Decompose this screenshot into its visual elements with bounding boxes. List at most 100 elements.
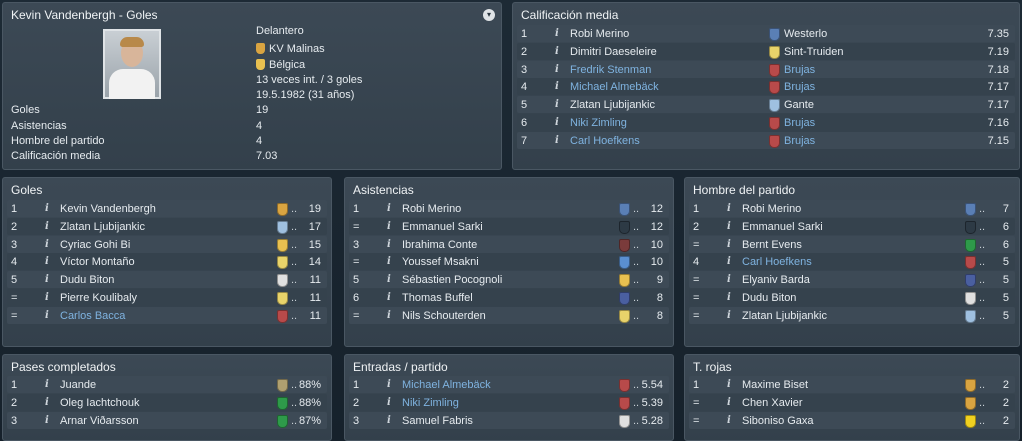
info-icon[interactable]: i (555, 135, 559, 146)
player-name[interactable]: Zlatan Ljubijankic (742, 310, 827, 322)
info-icon[interactable]: i (555, 46, 559, 57)
table-row[interactable]: = i Bernt Evens.. 6 (689, 235, 1015, 253)
player-name[interactable]: Fredrik Stenman (570, 64, 651, 76)
table-row[interactable]: = i Siboniso Gaxa.. 2 (689, 411, 1015, 429)
table-row[interactable]: 1 i Kevin Vandenbergh.. 19 (7, 200, 327, 217)
player-name[interactable]: Ibrahima Conte (402, 239, 477, 251)
club-name[interactable]: Brujas (784, 81, 815, 93)
info-icon[interactable]: i (727, 415, 731, 426)
info-icon[interactable]: i (387, 203, 391, 214)
table-row[interactable]: 3 i Cyriac Gohi Bi.. 15 (7, 235, 327, 253)
table-row[interactable]: 5 i Sébastien Pocognoli.. 9 (349, 271, 669, 289)
table-row[interactable]: 3 i Fredrik Stenman Brujas 7.18 (517, 60, 1015, 78)
info-icon[interactable]: i (45, 379, 49, 390)
table-row[interactable]: 3 i Ibrahima Conte.. 10 (349, 235, 669, 253)
table-row[interactable]: 3 i Arnar Viðarsson.. 87% (7, 411, 327, 429)
player-name[interactable]: Kevin Vandenbergh (60, 203, 156, 215)
info-icon[interactable]: i (45, 397, 49, 408)
player-nation[interactable]: Bélgica (269, 59, 305, 71)
table-row[interactable]: 1 i Michael Almebäck.. 5.54 (349, 376, 669, 393)
table-row[interactable]: 1 i Maxime Biset.. 2 (689, 376, 1015, 393)
info-icon[interactable]: i (45, 239, 49, 250)
club-name[interactable]: Brujas (784, 64, 815, 76)
info-icon[interactable]: i (727, 292, 731, 303)
table-row[interactable]: 1 i Robi Merino.. 12 (349, 200, 669, 217)
info-icon[interactable]: i (387, 397, 391, 408)
player-name[interactable]: Arnar Viðarsson (60, 415, 139, 427)
table-row[interactable]: 3 i Samuel Fabris.. 5.28 (349, 411, 669, 429)
info-icon[interactable]: i (727, 221, 731, 232)
player-name[interactable]: Michael Almebäck (570, 81, 659, 93)
club-name[interactable]: Sint-Truiden (784, 46, 844, 58)
table-row[interactable]: = i Nils Schouterden.. 8 (349, 306, 669, 324)
table-row[interactable]: 4 i Michael Almebäck Brujas 7.17 (517, 78, 1015, 96)
player-name[interactable]: Niki Zimling (570, 117, 627, 129)
player-name[interactable]: Cyriac Gohi Bi (60, 239, 130, 251)
info-icon[interactable]: i (555, 64, 559, 75)
info-icon[interactable]: i (45, 256, 49, 267)
player-name[interactable]: Samuel Fabris (402, 415, 473, 427)
info-icon[interactable]: i (45, 221, 49, 232)
info-icon[interactable]: i (45, 203, 49, 214)
table-row[interactable]: 2 i Dimitri Daeseleire Sint-Truiden 7.19 (517, 42, 1015, 60)
player-name[interactable]: Víctor Montaño (60, 256, 135, 268)
info-icon[interactable]: i (45, 274, 49, 285)
table-row[interactable]: 6 i Thomas Buffel.. 8 (349, 289, 669, 306)
table-row[interactable]: = i Elyaniv Barda.. 5 (689, 271, 1015, 289)
table-row[interactable]: 5 i Dudu Biton.. 11 (7, 271, 327, 289)
club-name[interactable]: Gante (784, 99, 814, 111)
table-row[interactable]: 6 i Niki Zimling Brujas 7.16 (517, 114, 1015, 131)
table-row[interactable]: = i Emmanuel Sarki.. 12 (349, 217, 669, 235)
player-club[interactable]: KV Malinas (269, 43, 325, 55)
info-icon[interactable]: i (387, 221, 391, 232)
player-name[interactable]: Robi Merino (402, 203, 461, 215)
info-icon[interactable]: i (555, 117, 559, 128)
table-row[interactable]: = i Zlatan Ljubijankic.. 5 (689, 306, 1015, 324)
player-name[interactable]: Niki Zimling (402, 397, 459, 409)
player-name[interactable]: Emmanuel Sarki (402, 221, 483, 233)
player-name[interactable]: Thomas Buffel (402, 292, 473, 304)
player-name[interactable]: Dimitri Daeseleire (570, 46, 657, 58)
player-name[interactable]: Bernt Evens (742, 239, 802, 251)
table-row[interactable]: 4 i Carl Hoefkens.. 5 (689, 253, 1015, 271)
table-row[interactable]: 2 i Emmanuel Sarki.. 6 (689, 217, 1015, 235)
table-row[interactable]: 1 i Juande.. 88% (7, 376, 327, 393)
player-name[interactable]: Carl Hoefkens (742, 256, 812, 268)
info-icon[interactable]: i (727, 274, 731, 285)
player-name[interactable]: Dudu Biton (742, 292, 796, 304)
player-name[interactable]: Robi Merino (742, 203, 801, 215)
info-icon[interactable]: i (387, 292, 391, 303)
table-row[interactable]: 1 i Robi Merino Westerlo 7.35 (517, 25, 1015, 42)
table-row[interactable]: = i Youssef Msakni.. 10 (349, 253, 669, 271)
table-row[interactable]: 5 i Zlatan Ljubijankic Gante 7.17 (517, 96, 1015, 114)
player-name[interactable]: Elyaniv Barda (742, 274, 810, 286)
info-icon[interactable]: i (45, 292, 49, 303)
player-name[interactable]: Sébastien Pocognoli (402, 274, 502, 286)
table-row[interactable]: = i Carlos Bacca.. 11 (7, 306, 327, 324)
player-name[interactable]: Oleg Iachtchouk (60, 397, 140, 409)
player-name[interactable]: Nils Schouterden (402, 310, 486, 322)
info-icon[interactable]: i (727, 379, 731, 390)
table-row[interactable]: = i Pierre Koulibaly.. 11 (7, 289, 327, 306)
table-row[interactable]: 2 i Zlatan Ljubijankic.. 17 (7, 217, 327, 235)
info-icon[interactable]: i (387, 310, 391, 321)
info-icon[interactable]: i (387, 274, 391, 285)
info-icon[interactable]: i (555, 81, 559, 92)
player-name[interactable]: Carl Hoefkens (570, 135, 640, 147)
table-row[interactable]: 2 i Niki Zimling.. 5.39 (349, 393, 669, 411)
table-row[interactable]: 7 i Carl Hoefkens Brujas 7.15 (517, 131, 1015, 149)
club-name[interactable]: Westerlo (784, 28, 827, 40)
info-icon[interactable]: i (555, 28, 559, 39)
club-name[interactable]: Brujas (784, 135, 815, 147)
table-row[interactable]: = i Chen Xavier.. 2 (689, 393, 1015, 411)
player-name[interactable]: Robi Merino (570, 28, 629, 40)
player-name[interactable]: Pierre Koulibaly (60, 292, 137, 304)
player-name[interactable]: Zlatan Ljubijankic (60, 221, 145, 233)
dropdown-arrow-icon[interactable]: ▾ (483, 9, 495, 21)
club-name[interactable]: Brujas (784, 117, 815, 129)
info-icon[interactable]: i (727, 310, 731, 321)
player-name[interactable]: Siboniso Gaxa (742, 415, 814, 427)
info-icon[interactable]: i (387, 415, 391, 426)
info-icon[interactable]: i (387, 256, 391, 267)
info-icon[interactable]: i (727, 397, 731, 408)
